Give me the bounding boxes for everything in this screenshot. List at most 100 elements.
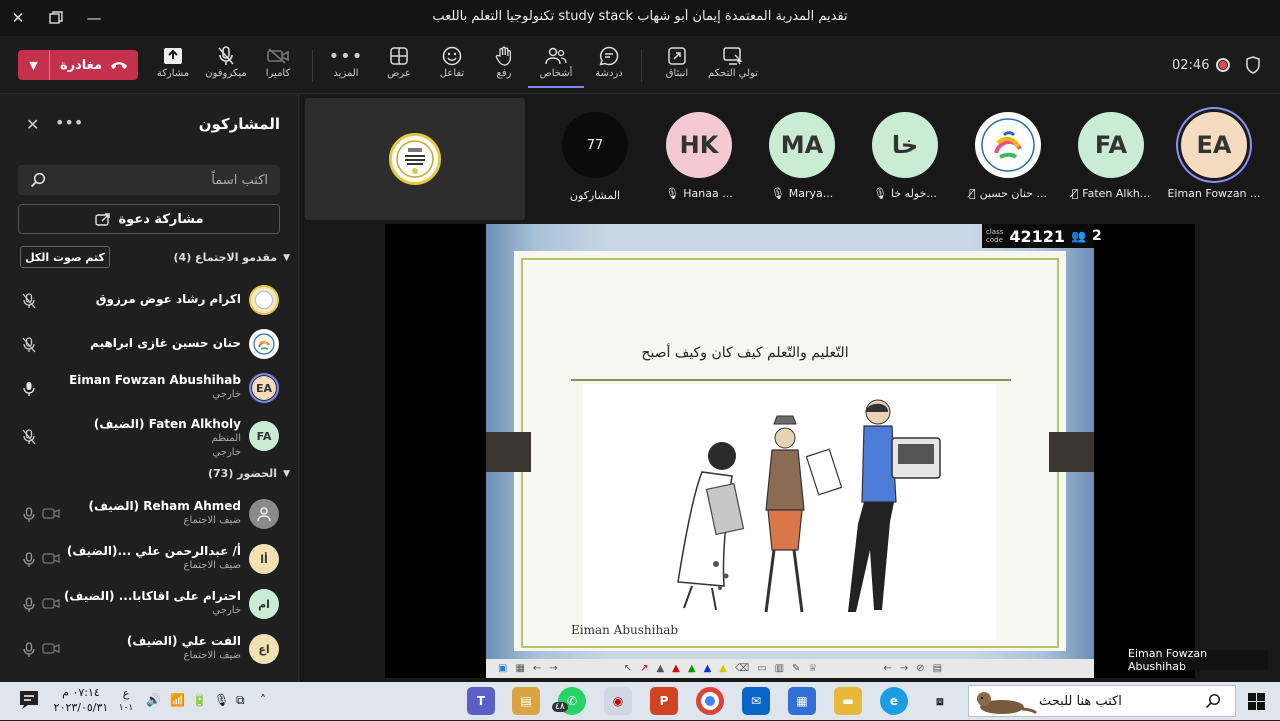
participant-name: حنان حسين غازى ابراهيم: [90, 336, 241, 350]
restore-window-icon[interactable]: [46, 8, 66, 28]
window-title: تكنولوجيا التعلم باللعب study stack تقدي…: [432, 9, 848, 24]
mail-app-icon[interactable]: ✉: [742, 687, 770, 715]
file-explorer-app-icon[interactable]: ▤: [512, 687, 540, 715]
battery-icon[interactable]: 🔋: [192, 693, 207, 707]
chevron-up-icon[interactable]: ˄: [260, 693, 266, 707]
participant-row[interactable]: اع الفت علي (الضيف) ضيف الاجتماع: [0, 630, 299, 674]
notification-icon[interactable]: [18, 690, 40, 710]
people-button[interactable]: أشخاص: [528, 44, 584, 88]
class-code-value: 42121: [1009, 226, 1066, 246]
react-button[interactable]: تفاعل: [424, 44, 480, 88]
video-tile[interactable]: 🎙̸ حنان حسين ...: [958, 112, 1058, 212]
avatar: اع: [249, 634, 279, 664]
mic-off-icon: [22, 429, 36, 445]
raise-hand-button[interactable]: رفع: [476, 44, 532, 88]
highlighter-icon[interactable]: ▲: [719, 663, 727, 674]
participant-row[interactable]: حنان حسين غازى ابراهيم: [0, 325, 299, 369]
pointer-icon[interactable]: ↖: [624, 663, 632, 674]
pen-icon[interactable]: ▲: [656, 663, 664, 674]
windows-start-icon[interactable]: [1248, 693, 1265, 714]
search-input[interactable]: اكتب اسماً: [18, 165, 280, 195]
participant-name: Reham Ahmed (الضيف): [88, 499, 241, 513]
edge-app-icon[interactable]: e: [880, 687, 908, 715]
popout-button[interactable]: انبثاق: [649, 44, 705, 88]
video-tile[interactable]: MA 🎙 Marya...: [752, 112, 852, 212]
participants-count-label: المشاركون: [569, 189, 621, 202]
minimize-window-icon[interactable]: —: [84, 8, 104, 28]
award-icon[interactable]: ♕: [808, 663, 817, 674]
panel-more-icon[interactable]: •••: [55, 113, 83, 132]
draw-icon[interactable]: ✎: [792, 663, 800, 674]
eraser-icon[interactable]: ⌫: [735, 663, 749, 674]
participant-row[interactable]: اكرام رشاد عوض مرزوق: [0, 281, 299, 325]
prev-slide-icon[interactable]: ←: [533, 663, 541, 674]
chrome-app-icon[interactable]: [696, 687, 724, 715]
share-invite-button[interactable]: مشاركة دعوة: [18, 204, 280, 234]
back-icon[interactable]: ←: [883, 663, 891, 674]
meet-now-icon[interactable]: ⧉: [236, 693, 245, 708]
paint-app-icon[interactable]: ◉: [604, 687, 632, 715]
shield-icon[interactable]: [1246, 56, 1260, 74]
take-control-button[interactable]: تولي التحكم: [700, 44, 766, 88]
camera-button[interactable]: كاميرا: [250, 44, 306, 88]
slide-menu-icon[interactable]: ▣: [498, 663, 507, 674]
folder-app-icon[interactable]: ▬: [834, 687, 862, 715]
tile-name: Hanaa ...: [683, 187, 733, 200]
pen-red-icon[interactable]: ▲: [672, 663, 680, 674]
screen-icon[interactable]: ▤: [933, 663, 942, 674]
microphone-button[interactable]: ميكروفون: [198, 44, 254, 88]
volume-icon[interactable]: 🔊: [146, 693, 161, 707]
recording-icon: [1216, 58, 1230, 72]
participant-row[interactable]: EA Eiman Fowzan Abushihab خارجي: [0, 369, 299, 413]
grid-icon[interactable]: ▦: [515, 663, 524, 674]
toolbar-divider: [312, 50, 313, 82]
text-box-icon[interactable]: ▭: [757, 663, 766, 674]
task-view-icon[interactable]: ⧈: [926, 687, 954, 715]
people-icon: [545, 47, 567, 65]
participants-count-tile[interactable]: 77 المشاركون: [545, 112, 645, 212]
avatar: EA: [249, 373, 279, 403]
next-slide-icon[interactable]: →: [549, 663, 557, 674]
participant-row[interactable]: FA Faten Alkholy (الضيف) المنظم خارجي: [0, 413, 299, 465]
video-tile[interactable]: خا 🎙 خوله خا...: [855, 112, 955, 212]
store-app-icon[interactable]: ▦: [788, 687, 816, 715]
participant-role: ضيف الاجتماع: [183, 515, 241, 526]
close-window-icon[interactable]: ✕: [8, 8, 28, 28]
leave-button[interactable]: ▼ مغادرة: [18, 50, 138, 80]
participant-row[interactable]: Reham Ahmed (الضيف) ضيف الاجتماع: [0, 495, 299, 539]
forward-icon[interactable]: →: [900, 663, 908, 674]
hide-icon[interactable]: ⊘: [916, 663, 924, 674]
chart-icon[interactable]: ▥: [775, 663, 784, 674]
wifi-icon[interactable]: 📶: [170, 693, 185, 707]
class-code-label-1: class: [986, 228, 1004, 236]
mic-off-icon: 🎙̸: [1071, 187, 1079, 200]
keyboard-layout[interactable]: ع ١٠١: [118, 687, 134, 715]
powerpoint-app-icon[interactable]: P: [650, 687, 678, 715]
chat-button[interactable]: دردشة: [581, 44, 637, 88]
laser-icon[interactable]: ↗: [640, 663, 648, 674]
video-tile[interactable]: EA Eiman Fowzan ...: [1164, 112, 1264, 212]
teams-app-icon[interactable]: T: [467, 687, 495, 715]
mic-tray-icon[interactable]: 🎙: [214, 693, 229, 707]
chevron-down-icon[interactable]: ▼: [18, 50, 50, 80]
mute-all-button[interactable]: كتم صوت الكل: [20, 246, 110, 268]
participant-row[interactable]: ام احترام على اقاكابا... (الضيف) خارجي: [0, 585, 299, 629]
pen-blue-icon[interactable]: ▲: [704, 663, 712, 674]
slide-title: التّعليم والتّعلم كيف كان وكيف أصبح: [641, 345, 849, 361]
view-button[interactable]: عرض: [371, 44, 427, 88]
more-button[interactable]: ••• المزيد: [318, 44, 374, 88]
video-tile[interactable]: FA 🎙̸ Faten Alkh...: [1061, 112, 1161, 212]
participant-role: خارجي: [212, 605, 241, 616]
taskbar-clock[interactable]: ٠٧:١٤ م ٢٠٢٣/٠٥/٣١: [52, 685, 110, 715]
pen-green-icon[interactable]: ▲: [688, 663, 696, 674]
video-tile[interactable]: HK 🎙 Hanaa ...: [649, 112, 749, 212]
close-icon[interactable]: ✕: [26, 115, 39, 134]
attendees-section-header[interactable]: ▼ الحضور (73): [208, 467, 290, 480]
toolbar-divider: [641, 50, 642, 82]
presenters-section-header[interactable]: ▼ مقدمو الاجتماع (4): [174, 251, 290, 264]
participant-name: الفت علي (الضيف): [126, 634, 241, 648]
presentation-slide: [486, 224, 1094, 660]
participant-row[interactable]: أا أ/ عبدالرحمن علي ...(الضيف) ضيف الاجت…: [0, 540, 299, 584]
share-button[interactable]: مشاركة: [145, 44, 201, 88]
self-view-tile[interactable]: [305, 98, 525, 220]
